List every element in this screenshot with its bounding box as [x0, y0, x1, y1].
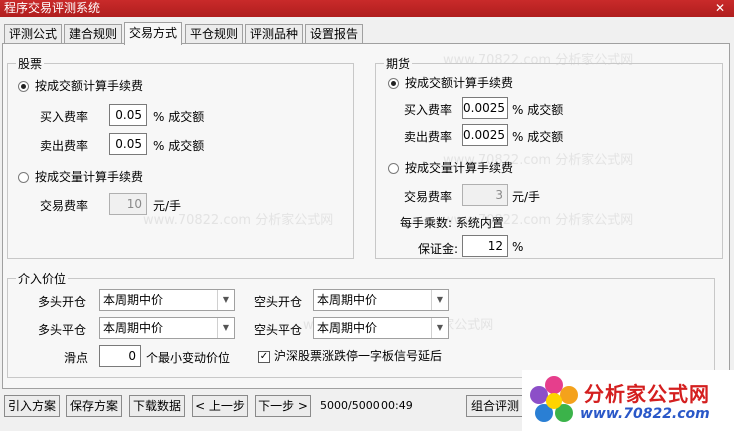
- slippage-label: 滑点: [64, 351, 89, 365]
- stock-sell-rate-input[interactable]: 0.05: [109, 133, 147, 155]
- tab-instruments[interactable]: 评测品种: [245, 24, 304, 44]
- download-data-button[interactable]: 下载数据: [129, 395, 185, 417]
- stock-buy-unit: % 成交额: [153, 110, 205, 124]
- close-icon[interactable]: ✕: [712, 0, 728, 16]
- save-scheme-button[interactable]: 保存方案: [66, 395, 122, 417]
- checkmark-icon[interactable]: ✓: [258, 350, 270, 363]
- window-titlebar: 程序交易评测系统 ✕: [0, 0, 734, 17]
- long-open-select[interactable]: 本周期中价 ▼: [99, 289, 235, 311]
- futures-group: 期货 按成交额计算手续费 买入费率 0.0025 % 成交额 卖出费率 0.00…: [375, 55, 723, 259]
- futures-buy-label: 买入费率: [404, 103, 453, 117]
- short-open-label: 空头开仓: [254, 295, 303, 309]
- tab-bar: 评测公式 建合规则 交易方式 平仓规则 评测品种 设置报告: [0, 22, 734, 45]
- chevron-down-icon[interactable]: ▼: [431, 318, 448, 338]
- stock-sell-unit: % 成交额: [153, 139, 205, 153]
- logo-url: www.70822.com: [580, 406, 710, 422]
- radio-selected-icon[interactable]: [18, 81, 29, 92]
- chevron-down-icon[interactable]: ▼: [217, 318, 234, 338]
- long-close-select[interactable]: 本周期中价 ▼: [99, 317, 235, 339]
- chevron-down-icon[interactable]: ▼: [431, 290, 448, 310]
- futures-multiplier-text: 每手乘数: 系统内置: [400, 216, 504, 230]
- futures-trade-label: 交易费率: [404, 190, 453, 204]
- stock-by-amount-label: 按成交额计算手续费: [35, 79, 144, 93]
- futures-buy-rate-input[interactable]: 0.0025: [462, 97, 508, 119]
- entry-group-title: 介入价位: [16, 270, 69, 287]
- import-scheme-button[interactable]: 引入方案: [4, 395, 60, 417]
- next-step-button[interactable]: 下一步 >: [255, 395, 311, 417]
- futures-trade-rate-input[interactable]: 3: [462, 184, 508, 206]
- radio-unselected-icon[interactable]: [18, 172, 29, 183]
- futures-margin-unit: %: [512, 240, 524, 254]
- elapsed-time: 00:49: [381, 399, 413, 412]
- stock-by-amount-radio[interactable]: 按成交额计算手续费: [18, 77, 143, 94]
- stock-buy-rate-input[interactable]: 0.05: [109, 104, 147, 126]
- tab-panel: www.70822.com 分析家公式网 www.70822.com 分析家公式…: [2, 43, 730, 389]
- tab-report-settings[interactable]: 设置报告: [305, 24, 364, 44]
- stock-trade-label: 交易费率: [40, 199, 89, 213]
- long-open-label: 多头开仓: [38, 295, 87, 309]
- radio-unselected-icon[interactable]: [388, 163, 399, 174]
- window-title: 程序交易评测系统: [4, 1, 101, 15]
- futures-trade-unit: 元/手: [512, 190, 541, 204]
- futures-by-amount-label: 按成交额计算手续费: [405, 76, 514, 90]
- futures-sell-rate-input[interactable]: 0.0025: [462, 124, 508, 146]
- stock-group: 股票 按成交额计算手续费 买入费率 0.05 % 成交额 卖出费率 0.05 %…: [7, 55, 354, 259]
- futures-margin-label: 保证金:: [418, 242, 459, 256]
- futures-sell-unit: % 成交额: [512, 130, 564, 144]
- futures-by-volume-label: 按成交量计算手续费: [405, 161, 514, 175]
- long-close-value: 本周期中价: [103, 321, 164, 335]
- site-logo: 分析家公式网 www.70822.com: [522, 370, 734, 431]
- long-close-label: 多头平仓: [38, 323, 87, 337]
- limit-signal-delay-checkbox[interactable]: ✓ 沪深股票涨跌停一字板信号延后: [258, 347, 442, 364]
- slippage-unit: 个最小变动价位: [146, 351, 231, 365]
- stock-trade-rate-input[interactable]: 10: [109, 193, 147, 215]
- short-close-select[interactable]: 本周期中价 ▼: [313, 317, 449, 339]
- logo-text: 分析家公式网: [584, 382, 710, 406]
- futures-buy-unit: % 成交额: [512, 103, 564, 117]
- radio-selected-icon[interactable]: [388, 78, 399, 89]
- stock-group-title: 股票: [16, 55, 45, 72]
- short-open-value: 本周期中价: [317, 293, 378, 307]
- progress-count: 5000/5000: [320, 399, 380, 412]
- prev-step-button[interactable]: < 上一步: [192, 395, 248, 417]
- short-close-value: 本周期中价: [317, 321, 378, 335]
- entry-price-group: 介入价位 多头开仓 本周期中价 ▼ 空头开仓 本周期中价 ▼ 多头平仓 本周期中…: [7, 270, 715, 378]
- tab-formula[interactable]: 评测公式: [4, 24, 63, 44]
- stock-buy-label: 买入费率: [40, 110, 89, 124]
- limit-signal-delay-label: 沪深股票涨跌停一字板信号延后: [274, 349, 443, 363]
- futures-by-amount-radio[interactable]: 按成交额计算手续费: [388, 74, 513, 91]
- combo-eval-button[interactable]: 组合评测: [466, 395, 526, 417]
- futures-sell-label: 卖出费率: [404, 130, 453, 144]
- tab-trade-mode[interactable]: 交易方式: [124, 22, 183, 45]
- futures-margin-input[interactable]: 12: [462, 235, 508, 257]
- stock-by-volume-radio[interactable]: 按成交量计算手续费: [18, 168, 143, 185]
- futures-group-title: 期货: [384, 55, 413, 72]
- short-open-select[interactable]: 本周期中价 ▼: [313, 289, 449, 311]
- long-open-value: 本周期中价: [103, 293, 164, 307]
- stock-by-volume-label: 按成交量计算手续费: [35, 170, 144, 184]
- tab-open-rules[interactable]: 建合规则: [64, 24, 123, 44]
- tab-close-rules[interactable]: 平仓规则: [185, 24, 244, 44]
- stock-trade-unit: 元/手: [153, 199, 182, 213]
- slippage-input[interactable]: 0: [99, 345, 141, 367]
- short-close-label: 空头平仓: [254, 323, 303, 337]
- flower-logo-icon: [530, 376, 578, 422]
- chevron-down-icon[interactable]: ▼: [217, 290, 234, 310]
- stock-sell-label: 卖出费率: [40, 139, 89, 153]
- futures-by-volume-radio[interactable]: 按成交量计算手续费: [388, 159, 513, 176]
